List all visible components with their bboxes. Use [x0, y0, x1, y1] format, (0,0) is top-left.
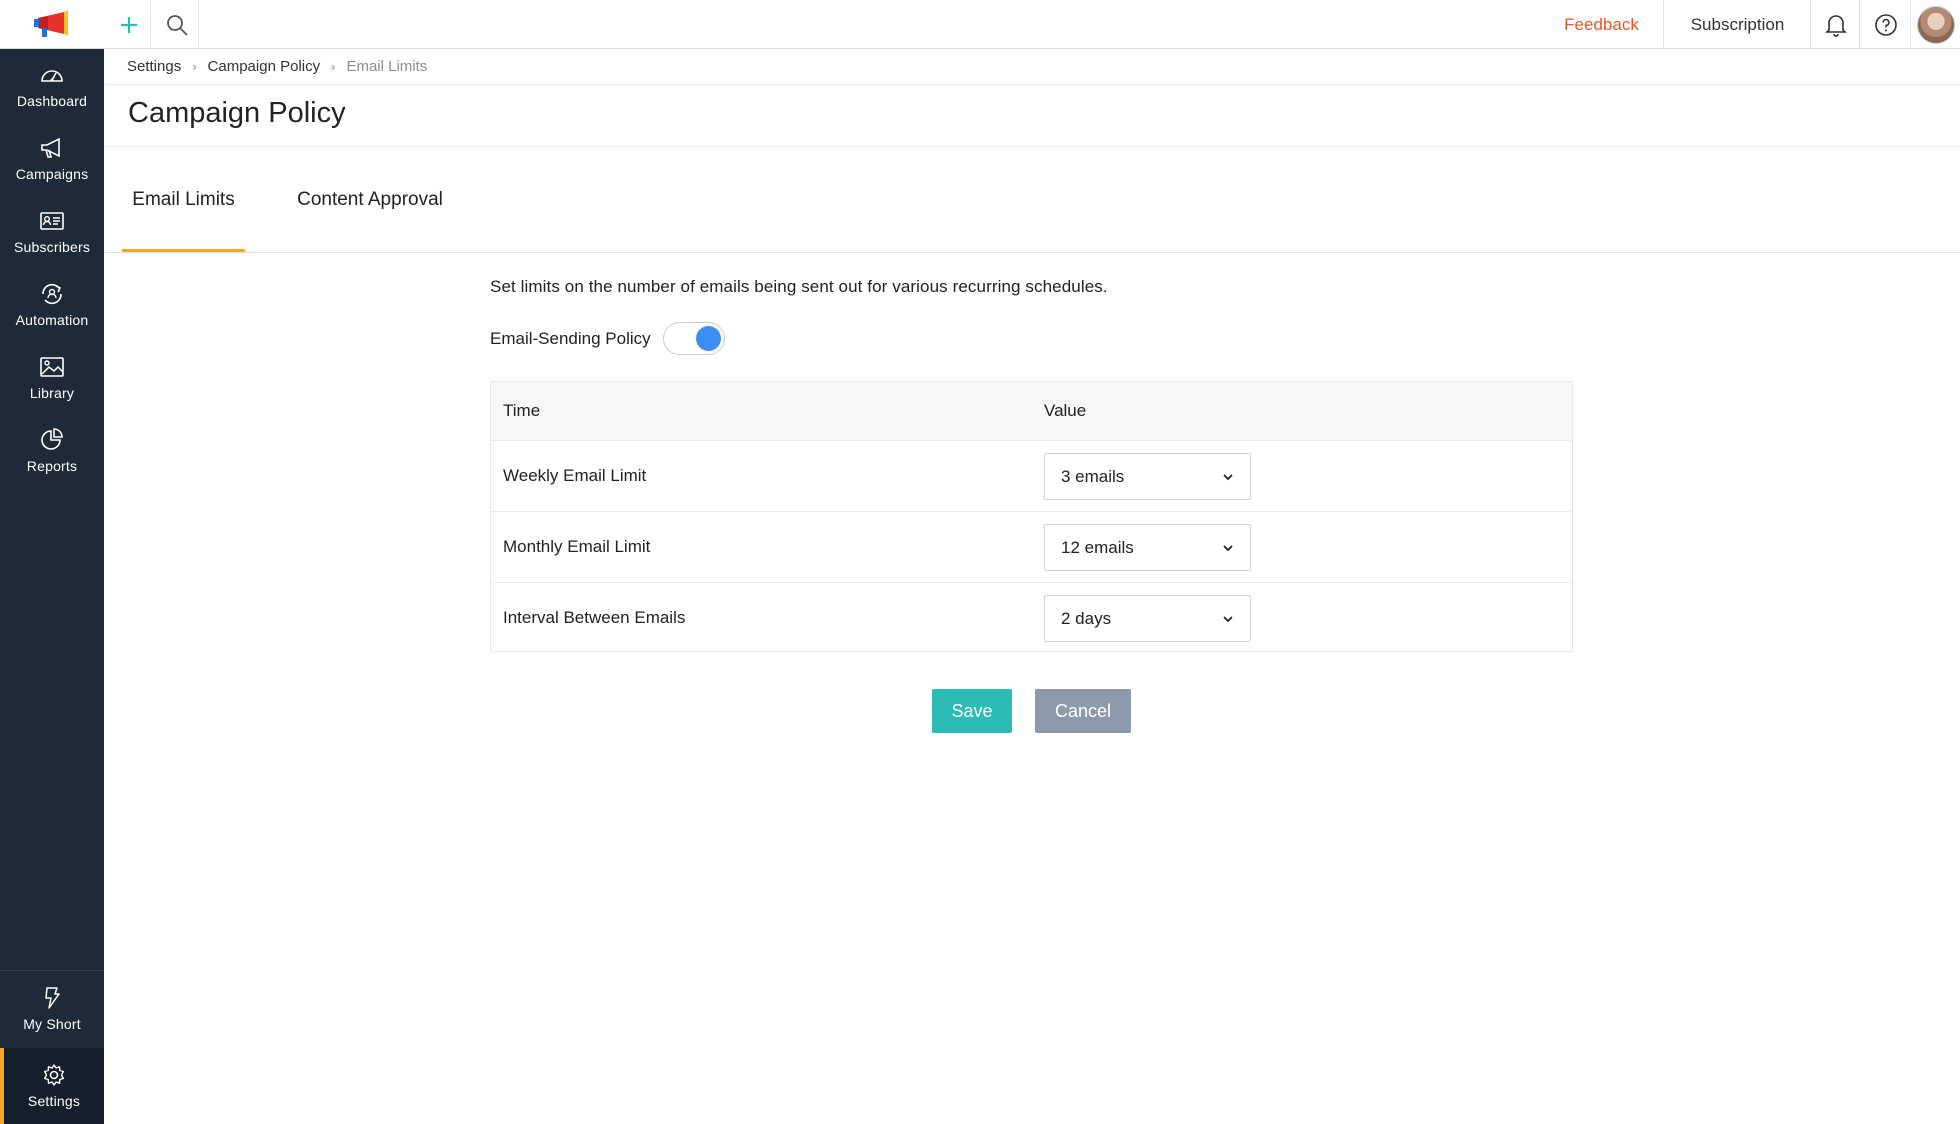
column-header-time: Time [503, 401, 541, 420]
chevron-down-icon [1223, 616, 1233, 623]
sidebar-item-reports[interactable]: Reports [0, 414, 104, 487]
top-bar: Feedback Subscription [0, 0, 1960, 49]
dashboard-icon [41, 69, 63, 82]
breadcrumb-item-settings[interactable]: Settings [127, 58, 181, 75]
sidebar: Dashboard Campaigns Subscribers Automati… [0, 49, 104, 1124]
sidebar-item-my-short[interactable]: My Short [0, 971, 104, 1046]
plus-icon [120, 16, 137, 33]
sidebar-item-label: Subscribers [13, 238, 91, 255]
bell-icon [1824, 14, 1847, 37]
megaphone-icon [41, 137, 60, 158]
sidebar-item-label: Dashboard [16, 92, 88, 109]
sidebar-item-label: Campaigns [15, 165, 89, 182]
monthly-limit-select[interactable]: 12 emails [1044, 524, 1251, 571]
row-label-interval-between-emails: Interval Between Emails [503, 608, 686, 627]
breadcrumb-item-current: Email Limits [346, 58, 428, 75]
save-button[interactable]: Save [932, 689, 1012, 733]
sidebar-item-library[interactable]: Library [0, 341, 104, 414]
search-button[interactable] [155, 0, 199, 49]
column-header-value: Value [1044, 401, 1087, 420]
divider [104, 252, 1960, 253]
page-title: Campaign Policy [128, 97, 346, 129]
notifications-button[interactable] [1812, 0, 1860, 49]
description-text: Set limits on the number of emails being… [490, 277, 1108, 296]
sidebar-item-label: Library [29, 384, 75, 401]
email-sending-policy-row: Email-Sending Policy [490, 322, 725, 355]
main-content: Settings › Campaign Policy › Email Limit… [104, 49, 1960, 1124]
interval-select[interactable]: 2 days [1044, 595, 1251, 642]
breadcrumb: Settings › Campaign Policy › Email Limit… [127, 49, 427, 84]
sidebar-item-dashboard[interactable]: Dashboard [0, 49, 104, 122]
help-button[interactable] [1861, 0, 1911, 49]
table-row: Weekly Email Limit 3 emails [491, 440, 1572, 510]
row-label-weekly-email-limit: Weekly Email Limit [503, 466, 647, 485]
subscription-link[interactable]: Subscription [1665, 0, 1811, 49]
select-value: 3 emails [1061, 466, 1125, 486]
tab-email-limits[interactable]: Email Limits [122, 147, 245, 252]
toggle-knob [695, 326, 721, 351]
email-limits-table: Time Value Weekly Email Limit 3 emails M… [490, 381, 1573, 652]
select-value: 12 emails [1061, 537, 1134, 557]
sidebar-item-subscribers[interactable]: Subscribers [0, 195, 104, 268]
pie-chart-icon [41, 427, 63, 450]
sidebar-item-automation[interactable]: Automation [0, 268, 104, 341]
feedback-link[interactable]: Feedback [1540, 0, 1664, 49]
chevron-right-icon: › [192, 59, 197, 74]
chevron-down-icon [1223, 474, 1233, 481]
select-value: 2 days [1061, 608, 1112, 628]
divider [104, 84, 1960, 85]
sidebar-item-settings[interactable]: Settings [0, 1048, 104, 1124]
policy-label: Email-Sending Policy [490, 328, 651, 348]
app-logo[interactable] [0, 0, 104, 49]
automation-icon [42, 283, 62, 304]
cancel-button[interactable]: Cancel [1035, 689, 1131, 733]
megaphone-logo-icon [34, 9, 68, 37]
tab-content-approval[interactable]: Content Approval [285, 147, 455, 252]
chevron-down-icon [1223, 545, 1233, 552]
table-row: Interval Between Emails 2 days [491, 582, 1572, 652]
contact-card-icon [40, 211, 64, 230]
table-header: Time Value [491, 382, 1572, 440]
chevron-right-icon: › [331, 59, 336, 74]
shortcut-icon [45, 986, 60, 1009]
email-sending-policy-toggle[interactable] [662, 322, 725, 355]
sidebar-item-label: Settings [27, 1093, 81, 1109]
row-label-monthly-email-limit: Monthly Email Limit [503, 537, 651, 556]
help-icon [1874, 13, 1897, 36]
search-icon [166, 14, 188, 36]
sidebar-item-label: Reports [26, 457, 78, 474]
sidebar-item-campaigns[interactable]: Campaigns [0, 122, 104, 195]
user-avatar-button[interactable] [1912, 0, 1960, 49]
gear-icon [44, 1064, 64, 1086]
breadcrumb-item-campaign-policy[interactable]: Campaign Policy [208, 58, 321, 75]
avatar [1917, 5, 1955, 44]
sidebar-item-label: Automation [15, 311, 89, 328]
create-button[interactable] [107, 0, 151, 49]
table-row: Monthly Email Limit 12 emails [491, 511, 1572, 581]
sidebar-item-label: My Short [23, 1015, 81, 1032]
weekly-limit-select[interactable]: 3 emails [1044, 453, 1251, 500]
image-icon [40, 356, 64, 377]
